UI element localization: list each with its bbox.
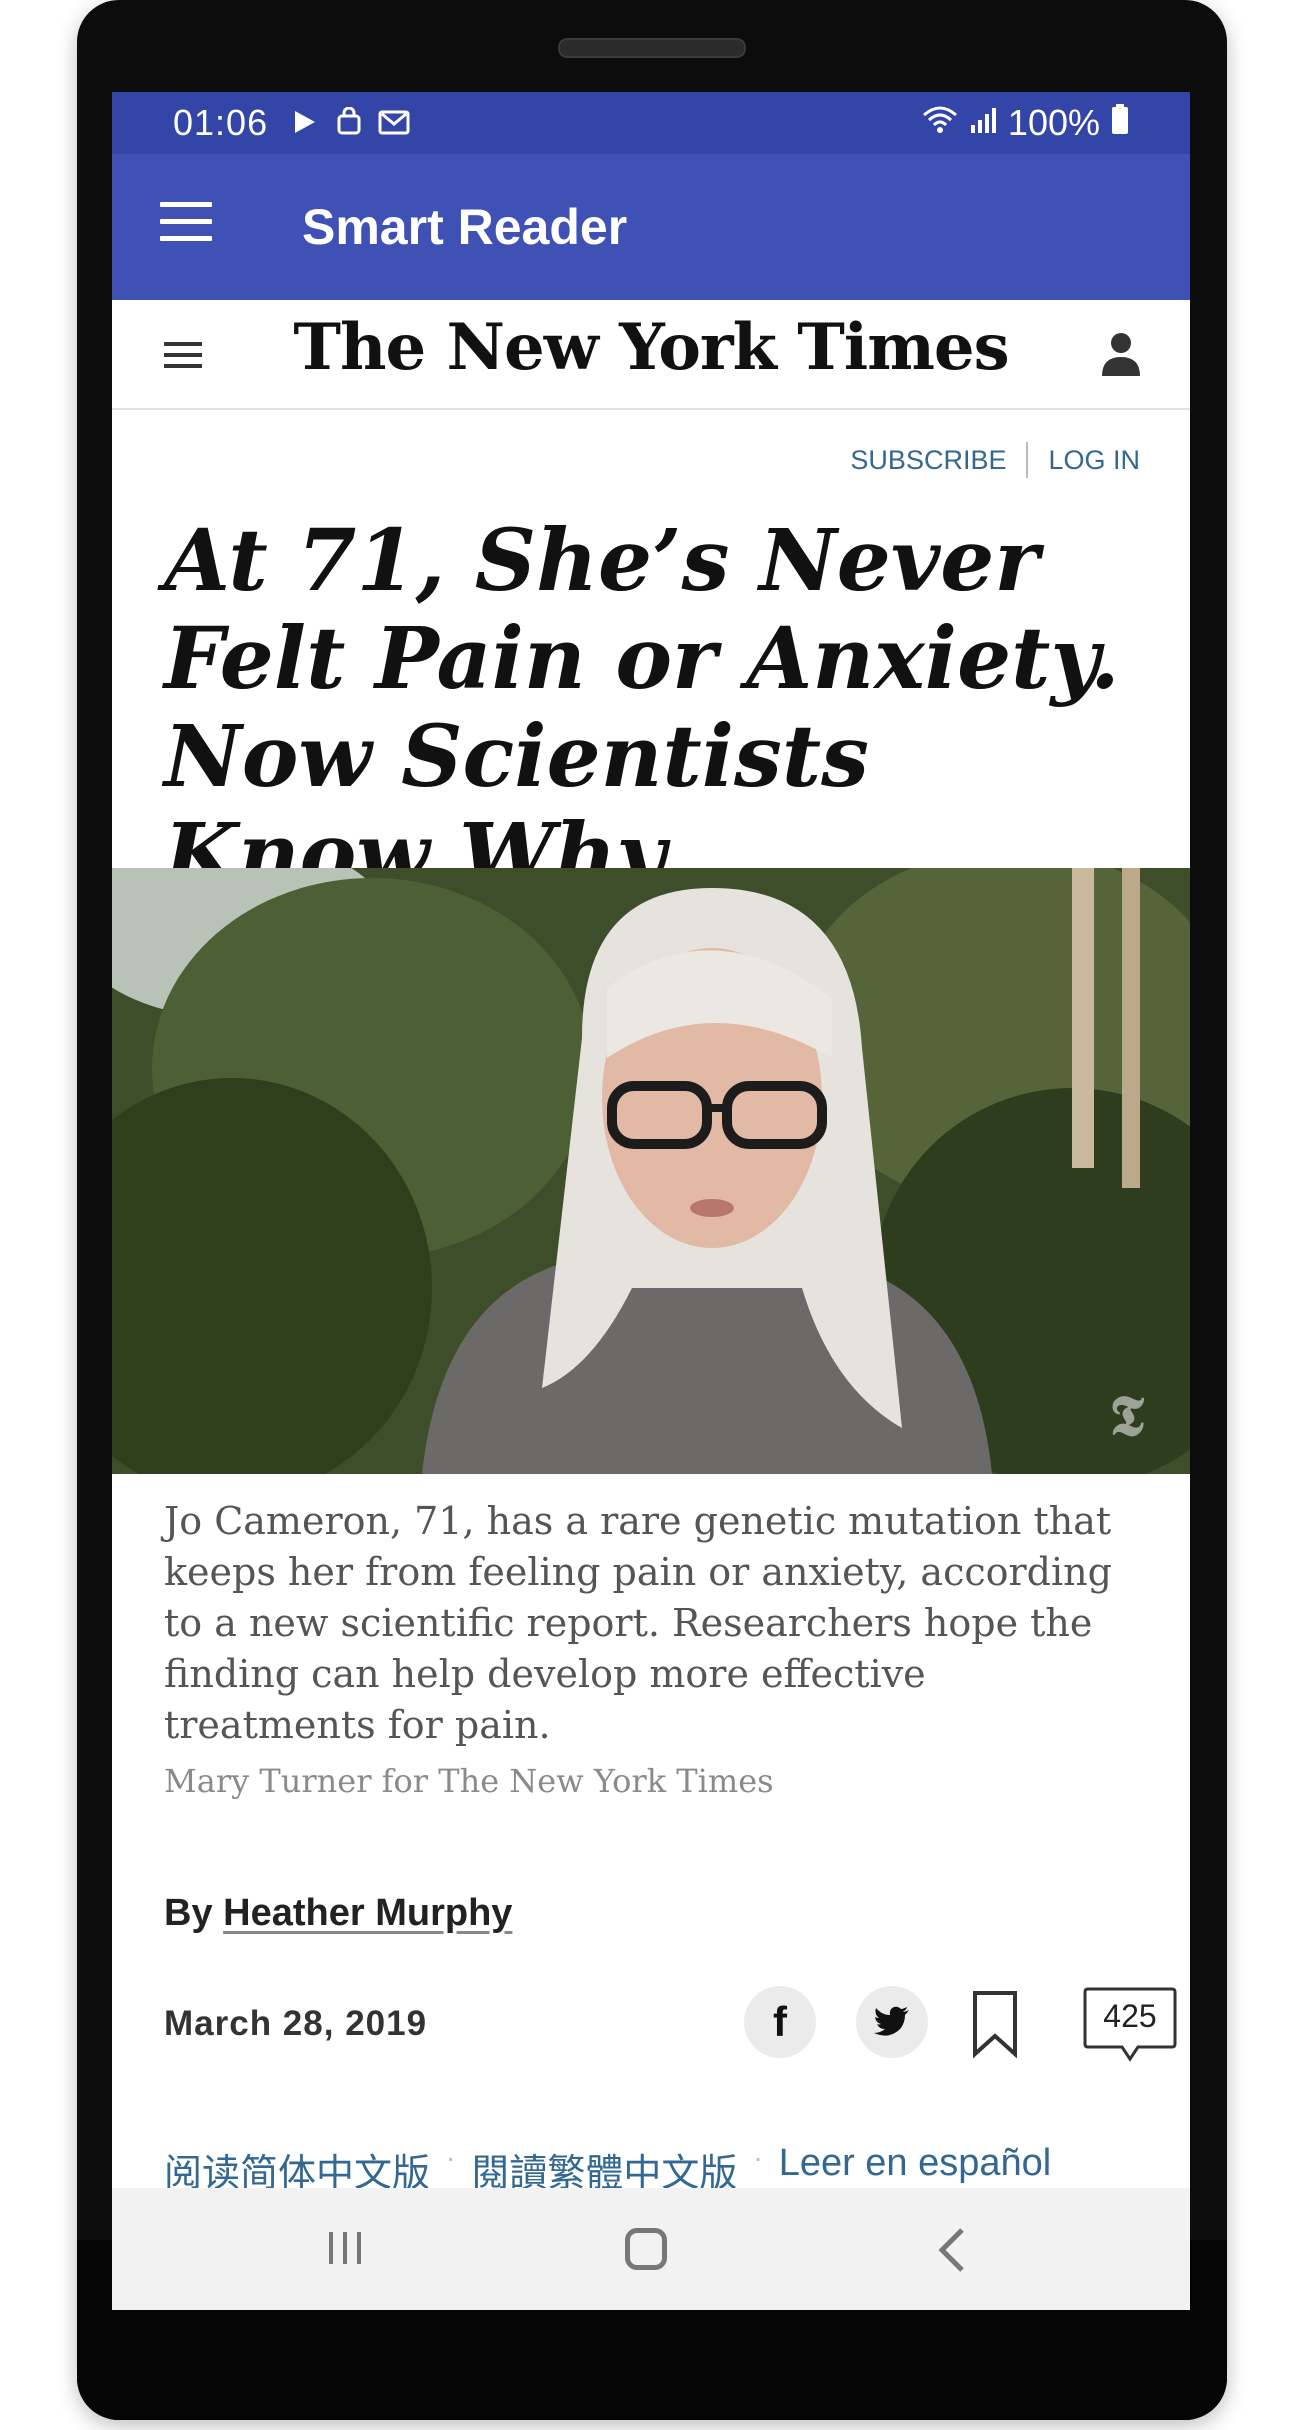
photo-caption: Jo Cameron, 71, has a rare genetic mutat… (164, 1499, 1112, 1747)
facebook-share-button[interactable]: f (744, 1986, 816, 2058)
home-icon[interactable] (625, 2228, 667, 2270)
screen: 01:06 100% Smart Reader The New York Tim… (112, 92, 1190, 2310)
mail-icon (378, 104, 410, 135)
notification-icons (290, 104, 410, 135)
author-link[interactable]: Heather Murphy (223, 1892, 512, 1934)
share-tools: f 425 (732, 1986, 1177, 2076)
signal-icon (968, 102, 998, 144)
play-store-icon (290, 104, 320, 134)
back-icon[interactable] (932, 2226, 972, 2274)
account-icon[interactable] (1099, 330, 1143, 378)
system-nav-bar (112, 2188, 1190, 2310)
battery-percent: 100% (1007, 102, 1100, 143)
comments-button[interactable]: 425 (1082, 1986, 1178, 2062)
shopping-bag-icon (334, 104, 364, 135)
publish-date: March 28, 2019 (164, 2004, 428, 2043)
comment-count: 425 (1103, 1998, 1157, 2034)
bookmark-icon[interactable] (972, 1990, 1018, 2059)
status-bar: 01:06 100% (112, 92, 1190, 154)
subscribe-link[interactable]: SUBSCRIBE (850, 445, 1006, 476)
wifi-icon (922, 102, 958, 144)
site-logo[interactable]: The New York Times (112, 310, 1190, 385)
byline: By Heather Murphy (164, 1892, 512, 1935)
twitter-icon (874, 2006, 910, 2041)
photo-credit: Mary Turner for The New York Times (164, 1762, 774, 1800)
app-bar: Smart Reader (112, 154, 1190, 300)
twitter-share-button[interactable] (856, 1986, 928, 2058)
login-link[interactable]: LOG IN (1048, 445, 1140, 476)
article-photo: 𝕿 (112, 868, 1190, 1474)
earpiece-speaker (558, 38, 746, 58)
app-title: Smart Reader (302, 199, 628, 255)
account-links: SUBSCRIBE LOG IN (850, 442, 1140, 478)
recent-apps-icon[interactable] (325, 2228, 365, 2268)
battery-icon (1110, 102, 1130, 144)
status-right: 100% (922, 102, 1130, 144)
link-divider (1026, 442, 1029, 478)
nyt-watermark-icon: 𝕿 (1109, 1383, 1144, 1449)
facebook-icon: f (773, 1998, 787, 2045)
site-header: The New York Times (112, 300, 1190, 410)
status-time: 01:06 (173, 102, 269, 143)
hamburger-menu-icon[interactable] (160, 202, 212, 242)
article-headline: At 71, She’s Never Felt Pain or Anxiety.… (164, 511, 1120, 905)
byline-prefix: By (164, 1892, 224, 1934)
